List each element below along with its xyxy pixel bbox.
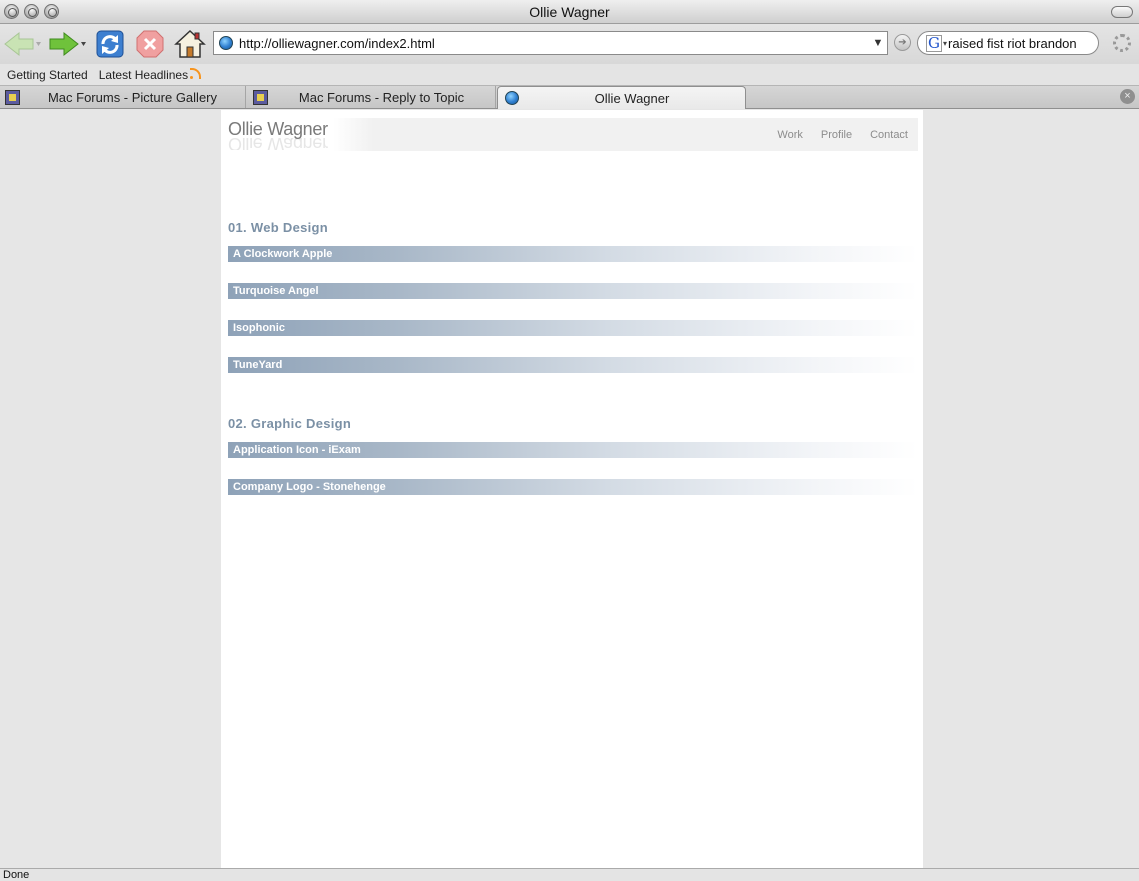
reload-icon <box>96 30 124 58</box>
nav-contact-link[interactable]: Contact <box>870 129 908 141</box>
browser-viewport: Ollie Wagner Ollie Wagner Work Profile C… <box>0 110 1139 868</box>
forward-arrow-icon <box>49 31 86 57</box>
toolbar-toggle-button[interactable] <box>1111 6 1133 18</box>
project-link-tuneyard[interactable]: TuneYard <box>228 357 918 373</box>
site-logo[interactable]: Ollie Wagner <box>228 119 328 140</box>
tab-picture-gallery[interactable]: Mac Forums - Picture Gallery <box>0 86 246 108</box>
tab-ollie-wagner[interactable]: Ollie Wagner <box>497 86 746 109</box>
site-logo-reflection: Ollie Wagner <box>228 138 328 150</box>
forward-button[interactable] <box>48 27 90 61</box>
nav-profile-link[interactable]: Profile <box>821 129 852 141</box>
back-button[interactable] <box>3 27 43 61</box>
site-header: Ollie Wagner Ollie Wagner Work Profile C… <box>228 118 918 151</box>
status-text: Done <box>3 869 30 881</box>
loading-spinner-icon <box>1113 34 1131 52</box>
mac-forums-favicon-icon <box>253 89 268 105</box>
search-box[interactable]: G ▾ <box>917 31 1099 55</box>
section-title-graphic-design: 02. Graphic Design <box>228 416 352 431</box>
tab-reply-to-topic[interactable]: Mac Forums - Reply to Topic <box>248 86 496 108</box>
go-button[interactable]: ➔ <box>894 34 911 51</box>
search-engine-dropdown-icon[interactable]: ▾ <box>943 39 947 48</box>
site-globe-icon <box>219 36 233 50</box>
project-link-clockwork-apple[interactable]: A Clockwork Apple <box>228 246 918 262</box>
section-title-web-design: 01. Web Design <box>228 220 329 235</box>
search-input[interactable] <box>948 35 1094 51</box>
search-engine-icon[interactable]: G <box>926 34 942 52</box>
mac-forums-favicon-icon <box>5 89 20 105</box>
tab-label: Mac Forums - Picture Gallery <box>47 89 218 105</box>
status-bar: Done <box>0 868 1139 881</box>
bookmark-latest-headlines[interactable]: Latest Headlines <box>98 67 202 82</box>
stop-button[interactable] <box>134 27 166 61</box>
home-icon <box>174 29 206 58</box>
url-history-dropdown-icon[interactable]: ▼ <box>869 37 887 49</box>
back-arrow-icon <box>4 31 41 57</box>
reload-button[interactable] <box>95 27 125 61</box>
web-page: Ollie Wagner Ollie Wagner Work Profile C… <box>221 110 923 868</box>
bookmark-label: Latest Headlines <box>98 67 189 82</box>
bookmarks-toolbar: Getting Started Latest Headlines <box>0 64 1139 86</box>
close-tab-icon[interactable]: × <box>1120 89 1135 104</box>
rss-feed-icon <box>190 68 202 79</box>
window-title-bar: Ollie Wagner <box>0 0 1139 24</box>
tab-label: Ollie Wagner <box>594 90 670 106</box>
navigation-toolbar: http://olliewagner.com/index2.html ▼ ➔ G… <box>0 24 1139 64</box>
tab-label: Mac Forums - Reply to Topic <box>298 89 465 105</box>
stop-icon <box>136 30 164 58</box>
tab-bar: Mac Forums - Picture Gallery Mac Forums … <box>0 86 1139 109</box>
url-text[interactable]: http://olliewagner.com/index2.html <box>239 36 869 51</box>
project-link-iexam-icon[interactable]: Application Icon - iExam <box>228 442 918 458</box>
window-title: Ollie Wagner <box>529 4 610 20</box>
project-link-isophonic[interactable]: Isophonic <box>228 320 918 336</box>
home-button[interactable] <box>173 27 207 61</box>
bookmark-getting-started[interactable]: Getting Started <box>7 68 88 82</box>
nav-work-link[interactable]: Work <box>777 129 802 141</box>
project-link-stonehenge-logo[interactable]: Company Logo - Stonehenge <box>228 479 918 495</box>
site-globe-icon <box>505 91 519 105</box>
project-link-turquoise-angel[interactable]: Turquoise Angel <box>228 283 918 299</box>
site-nav: Work Profile Contact <box>777 129 908 141</box>
address-bar[interactable]: http://olliewagner.com/index2.html ▼ <box>213 31 888 55</box>
